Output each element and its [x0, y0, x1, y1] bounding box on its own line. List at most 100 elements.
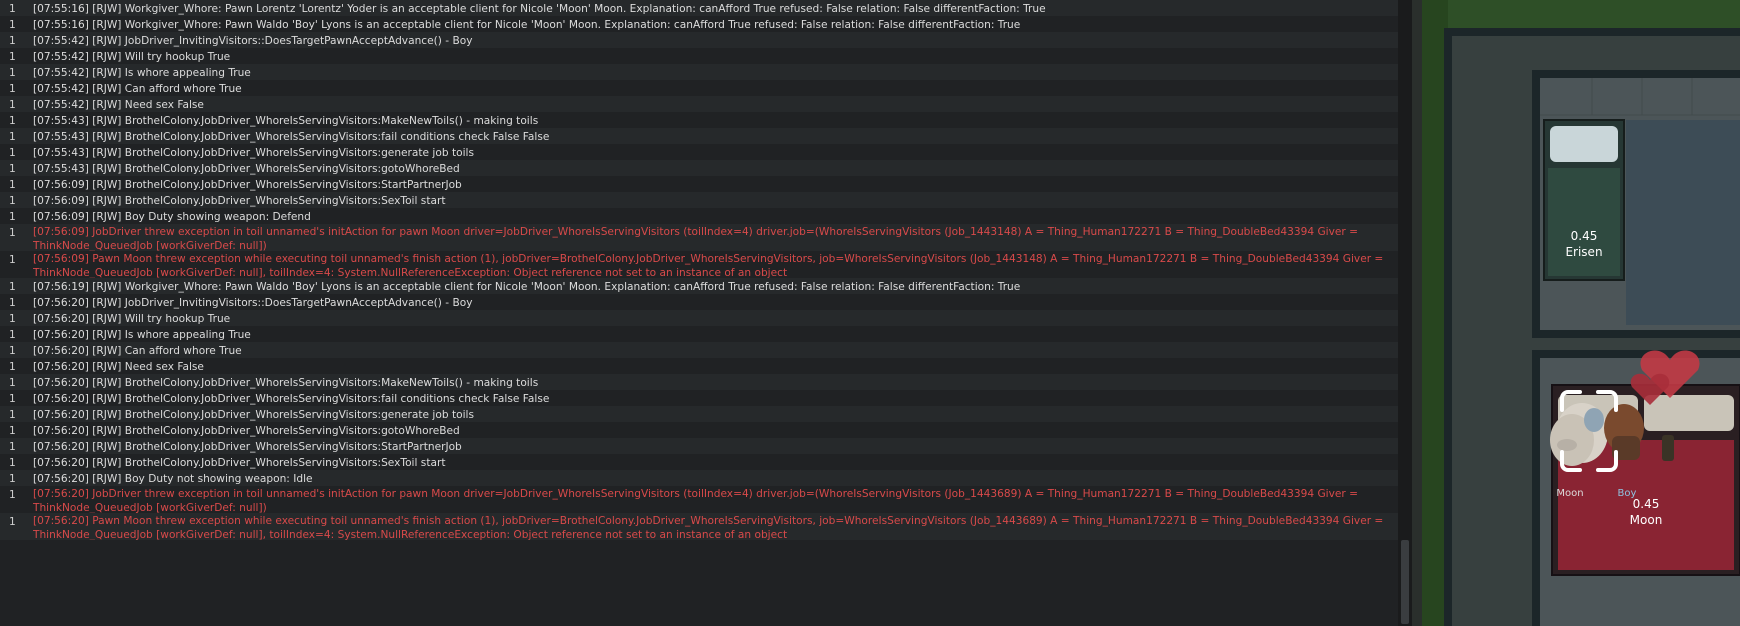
log-row-count: 1 — [9, 329, 16, 341]
log-row-message: [07:56:20] [RJW] Is whore appealing True — [33, 329, 251, 341]
log-scrollbar[interactable] — [1398, 0, 1412, 626]
log-row[interactable]: 1 [07:56:20] [RJW] BrothelColony.JobDrive… — [0, 454, 1398, 470]
log-row-message: [07:56:20] [RJW] Boy Duty not showing we… — [33, 473, 313, 485]
log-row-error[interactable]: 1 [07:56:09] JobDriver threw exception in… — [0, 224, 1398, 251]
log-row-message: [07:55:42] [RJW] Need sex False — [33, 99, 204, 111]
log-row-count: 1 — [9, 179, 16, 191]
log-row[interactable]: 1 [07:55:43] [RJW] BrothelColony.JobDrive… — [0, 128, 1398, 144]
log-row-count: 1 — [9, 377, 16, 389]
bed-moon-value: 0.45 — [1633, 497, 1660, 511]
log-row-message: [07:56:20] [RJW] BrothelColony.JobDriver… — [33, 457, 446, 469]
log-row-count: 1 — [9, 147, 16, 159]
log-row[interactable]: 1 [07:56:20] [RJW] Boy Duty not showing w… — [0, 470, 1398, 486]
log-row-message: [07:56:09] [RJW] Boy Duty showing weapon… — [33, 211, 311, 223]
log-row[interactable]: 1 [07:55:16] [RJW] Workgiver_Whore: Pawn … — [0, 16, 1398, 32]
log-row-count: 1 — [9, 361, 16, 373]
log-row-count: 1 — [9, 227, 16, 239]
log-row[interactable]: 1 [07:56:20] [RJW] BrothelColony.JobDrive… — [0, 406, 1398, 422]
log-row-message: [07:56:20] [RJW] BrothelColony.JobDriver… — [33, 441, 462, 453]
upper-room-carpet — [1626, 120, 1740, 325]
log-row[interactable]: 1 [07:55:43] [RJW] BrothelColony.JobDrive… — [0, 160, 1398, 176]
log-row-count: 1 — [9, 297, 16, 309]
log-row-message: [07:55:43] [RJW] BrothelColony.JobDriver… — [33, 131, 550, 143]
log-row-error[interactable]: 1 [07:56:20] Pawn Moon threw exception wh… — [0, 513, 1398, 540]
log-row[interactable]: 1 [07:55:42] [RJW] Need sex False — [0, 96, 1398, 112]
log-row[interactable]: 1 [07:56:20] [RJW] Need sex False — [0, 358, 1398, 374]
log-row[interactable]: 1 [07:56:20] [RJW] BrothelColony.JobDrive… — [0, 374, 1398, 390]
log-row[interactable]: 1 [07:56:20] [RJW] Will try hookup True — [0, 310, 1398, 326]
log-row-message: [07:55:16] [RJW] Workgiver_Whore: Pawn W… — [33, 19, 1021, 31]
log-row-count: 1 — [9, 254, 16, 266]
log-row-count: 1 — [9, 115, 16, 127]
bed-erisen-owner: Erisen — [1565, 245, 1602, 259]
log-row-message: [07:56:20] JobDriver threw exception in … — [33, 488, 1358, 513]
log-row-message: [07:55:16] [RJW] Workgiver_Whore: Pawn L… — [33, 3, 1046, 15]
log-row-message: [07:55:43] [RJW] BrothelColony.JobDriver… — [33, 163, 460, 175]
log-row-message: [07:56:09] [RJW] BrothelColony.JobDriver… — [33, 179, 462, 191]
log-row-message: [07:56:09] Pawn Moon threw exception whi… — [33, 253, 1384, 278]
log-row-count: 1 — [9, 211, 16, 223]
log-row-message: [07:55:42] [RJW] Will try hookup True — [33, 51, 231, 63]
log-row-count: 1 — [9, 473, 16, 485]
log-row[interactable]: 1 [07:56:20] [RJW] BrothelColony.JobDrive… — [0, 438, 1398, 454]
log-row-message: [07:56:20] [RJW] BrothelColony.JobDriver… — [33, 393, 550, 405]
bed-erisen-value: 0.45 — [1571, 229, 1598, 243]
log-scrollbar-thumb[interactable] — [1401, 540, 1409, 624]
log-row-count: 1 — [9, 51, 16, 63]
log-row[interactable]: 1 [07:55:43] [RJW] BrothelColony.JobDrive… — [0, 144, 1398, 160]
world-scene: 0.45 Erisen 0.45 Moon Moon Boy — [1422, 0, 1740, 626]
debug-log-panel: 1 [07:55:16] [RJW] Workgiver_Whore: Pawn … — [0, 0, 1398, 626]
log-row[interactable]: 1 [07:55:42] [RJW] Will try hookup True — [0, 48, 1398, 64]
log-row[interactable]: 1 [07:55:16] [RJW] Workgiver_Whore: Pawn … — [0, 0, 1398, 16]
log-row[interactable]: 1 [07:56:19] [RJW] Workgiver_Whore: Pawn … — [0, 278, 1398, 294]
log-row-message: [07:55:42] [RJW] JobDriver_InvitingVisit… — [33, 35, 473, 47]
log-row-message: [07:56:09] [RJW] BrothelColony.JobDriver… — [33, 195, 446, 207]
log-row[interactable]: 1 [07:56:20] [RJW] JobDriver_InvitingVisi… — [0, 294, 1398, 310]
log-row-count: 1 — [9, 83, 16, 95]
log-row-message: [07:56:20] [RJW] Can afford whore True — [33, 345, 242, 357]
log-row-count: 1 — [9, 425, 16, 437]
log-row-message: [07:56:20] [RJW] BrothelColony.JobDriver… — [33, 377, 539, 389]
log-row-message: [07:56:20] Pawn Moon threw exception whi… — [33, 515, 1384, 540]
log-rows: 1 [07:55:16] [RJW] Workgiver_Whore: Pawn … — [0, 0, 1398, 540]
log-row-count: 1 — [9, 393, 16, 405]
log-row-message: [07:55:42] [RJW] Can afford whore True — [33, 83, 242, 95]
log-row-error[interactable]: 1 [07:56:20] JobDriver threw exception in… — [0, 486, 1398, 513]
log-row-message: [07:55:43] [RJW] BrothelColony.JobDriver… — [33, 115, 539, 127]
log-row[interactable]: 1 [07:56:20] [RJW] BrothelColony.JobDrive… — [0, 422, 1398, 438]
bed-erisen-pillow — [1550, 126, 1618, 162]
log-row-message: [07:56:19] [RJW] Workgiver_Whore: Pawn W… — [33, 281, 1021, 293]
bed-moon-owner: Moon — [1630, 513, 1663, 527]
log-row[interactable]: 1 [07:55:43] [RJW] BrothelColony.JobDrive… — [0, 112, 1398, 128]
game-world-view[interactable]: 0.45 Erisen 0.45 Moon Moon Boy — [1422, 0, 1740, 626]
log-row-count: 1 — [9, 441, 16, 453]
log-row-count: 1 — [9, 35, 16, 47]
log-row-message: [07:55:43] [RJW] BrothelColony.JobDriver… — [33, 147, 474, 159]
log-row-count: 1 — [9, 163, 16, 175]
log-row-count: 1 — [9, 195, 16, 207]
log-row-count: 1 — [9, 313, 16, 325]
log-row-count: 1 — [9, 281, 16, 293]
log-row-count: 1 — [9, 409, 16, 421]
log-row-count: 1 — [9, 67, 16, 79]
pawn-moon-label: Moon — [1556, 488, 1583, 499]
log-row-count: 1 — [9, 19, 16, 31]
log-row[interactable]: 1 [07:56:09] [RJW] BrothelColony.JobDrive… — [0, 192, 1398, 208]
log-row-error[interactable]: 1 [07:56:09] Pawn Moon threw exception wh… — [0, 251, 1398, 278]
log-row-message: [07:56:20] [RJW] BrothelColony.JobDriver… — [33, 425, 460, 437]
log-row[interactable]: 1 [07:56:20] [RJW] Is whore appealing Tru… — [0, 326, 1398, 342]
bed-erisen-blanket — [1548, 168, 1620, 276]
pawn-boy-label: Boy — [1618, 488, 1637, 499]
log-row-count: 1 — [9, 489, 16, 501]
log-row[interactable]: 1 [07:56:09] [RJW] BrothelColony.JobDrive… — [0, 176, 1398, 192]
log-row-message: [07:56:20] [RJW] Will try hookup True — [33, 313, 231, 325]
log-row[interactable]: 1 [07:55:42] [RJW] Is whore appealing Tru… — [0, 64, 1398, 80]
log-row-count: 1 — [9, 3, 16, 15]
log-row[interactable]: 1 [07:55:42] [RJW] Can afford whore True — [0, 80, 1398, 96]
log-row[interactable]: 1 [07:56:09] [RJW] Boy Duty showing weapo… — [0, 208, 1398, 224]
log-row[interactable]: 1 [07:55:42] [RJW] JobDriver_InvitingVisi… — [0, 32, 1398, 48]
log-row[interactable]: 1 [07:56:20] [RJW] BrothelColony.JobDrive… — [0, 390, 1398, 406]
log-row-count: 1 — [9, 99, 16, 111]
log-row-count: 1 — [9, 516, 16, 528]
log-row[interactable]: 1 [07:56:20] [RJW] Can afford whore True — [0, 342, 1398, 358]
